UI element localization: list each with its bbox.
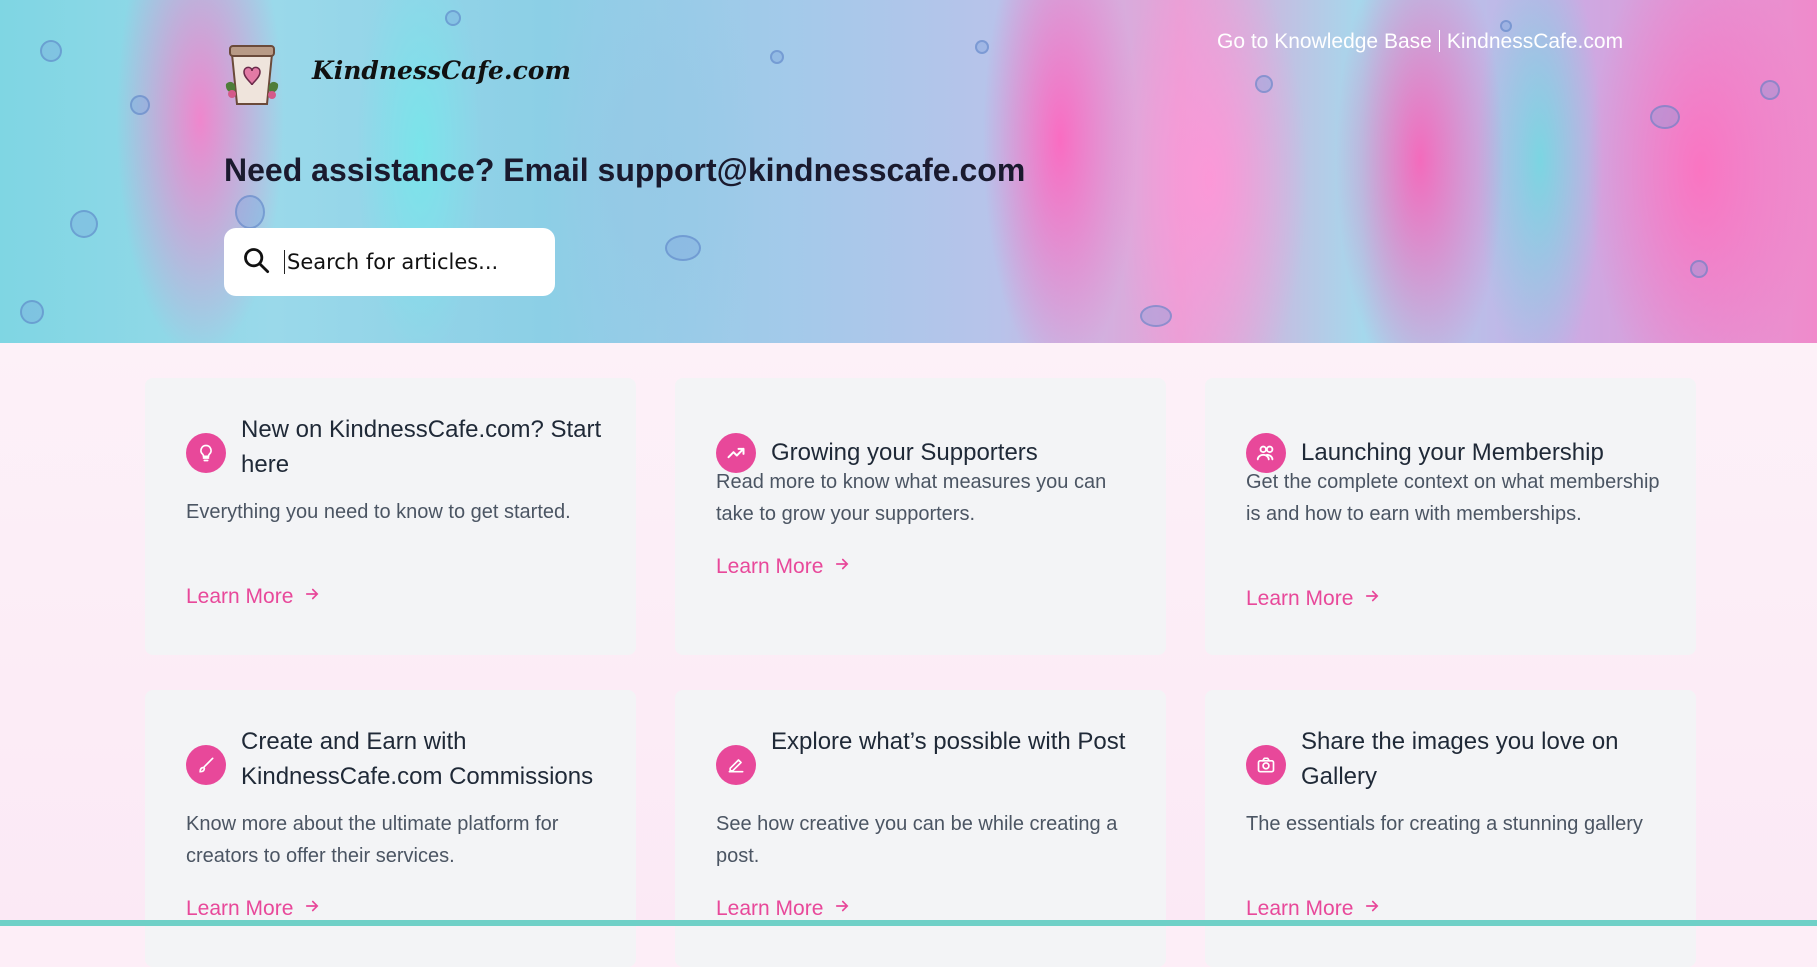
arrow-right-icon: [303, 897, 321, 921]
learn-more-label: Learn More: [716, 555, 824, 578]
category-card[interactable]: Growing your Supporters Read more to kno…: [675, 378, 1166, 655]
category-cards-section: New on KindnessCafe.com? Start here Ever…: [0, 343, 1817, 967]
bubble-decoration: [20, 300, 44, 324]
card-title[interactable]: New on KindnessCafe.com? Start here: [241, 412, 611, 482]
card-description: Know more about the ultimate platform fo…: [186, 813, 559, 867]
learn-more-label: Learn More: [186, 897, 294, 920]
card-description: Everything you need to know to get start…: [186, 501, 571, 523]
bubble-decoration: [130, 95, 150, 115]
search-box[interactable]: [224, 228, 555, 296]
arrow-right-icon: [833, 897, 851, 921]
edit-icon: [716, 745, 756, 785]
learn-more-link[interactable]: Learn More: [186, 897, 321, 921]
bubble-decoration: [1690, 260, 1708, 278]
card-title[interactable]: Growing your Supporters: [771, 435, 1141, 470]
bubble-decoration: [665, 235, 701, 261]
learn-more-link[interactable]: Learn More: [1246, 587, 1381, 611]
learn-more-label: Learn More: [1246, 587, 1354, 610]
card-description: Read more to know what measures you can …: [716, 471, 1107, 525]
bubble-decoration: [1140, 305, 1172, 327]
learn-more-link[interactable]: Learn More: [716, 555, 851, 579]
bubble-decoration: [40, 40, 62, 62]
hero-banner: Go to Knowledge Base KindnessCafe.com Kin…: [0, 0, 1817, 343]
card-title[interactable]: Share the images you love on Gallery: [1301, 724, 1671, 794]
card-title[interactable]: Create and Earn with KindnessCafe.com Co…: [241, 724, 611, 794]
learn-more-label: Learn More: [186, 585, 294, 608]
camera-icon: [1246, 745, 1286, 785]
page-headline: Need assistance? Email support@kindnessc…: [224, 152, 1026, 188]
bubble-decoration: [1650, 105, 1680, 129]
bubble-decoration: [770, 50, 784, 64]
arrow-right-icon: [1363, 897, 1381, 921]
bubble-decoration: [975, 40, 989, 54]
card-title[interactable]: Explore what’s possible with Post: [771, 724, 1141, 759]
arrow-right-icon: [833, 555, 851, 579]
card-description: The essentials for creating a stunning g…: [1246, 813, 1643, 835]
lightbulb-icon: [186, 433, 226, 473]
learn-more-label: Learn More: [1246, 897, 1354, 920]
bubble-decoration: [1255, 75, 1273, 93]
category-card[interactable]: Launching your Membership Get the comple…: [1205, 378, 1696, 655]
bubble-decoration: [70, 210, 98, 238]
learn-more-label: Learn More: [716, 897, 824, 920]
card-description: See how creative you can be while creati…: [716, 813, 1118, 867]
bottom-accent-bar: [0, 920, 1817, 926]
search-input[interactable]: [284, 250, 534, 274]
arrow-right-icon: [303, 585, 321, 609]
logo-cup-image[interactable]: [222, 40, 282, 108]
brush-icon: [186, 745, 226, 785]
arrow-right-icon: [1363, 587, 1381, 611]
logo-text[interactable]: KindnessCafe.com: [312, 56, 571, 85]
bubble-decoration: [235, 195, 265, 229]
site-home-link[interactable]: KindnessCafe.com: [1447, 30, 1623, 53]
bubble-decoration: [1760, 80, 1780, 100]
bubble-decoration: [445, 10, 461, 26]
learn-more-link[interactable]: Learn More: [1246, 897, 1381, 921]
category-card[interactable]: New on KindnessCafe.com? Start here Ever…: [145, 378, 636, 655]
top-nav-links: Go to Knowledge Base KindnessCafe.com: [1217, 30, 1623, 54]
card-description: Get the complete context on what members…: [1246, 471, 1660, 525]
learn-more-link[interactable]: Learn More: [186, 585, 321, 609]
nav-divider: [1438, 30, 1440, 52]
knowledge-base-link[interactable]: Go to Knowledge Base: [1217, 30, 1432, 53]
search-icon: [242, 246, 270, 279]
learn-more-link[interactable]: Learn More: [716, 897, 851, 921]
card-title[interactable]: Launching your Membership: [1301, 435, 1671, 470]
